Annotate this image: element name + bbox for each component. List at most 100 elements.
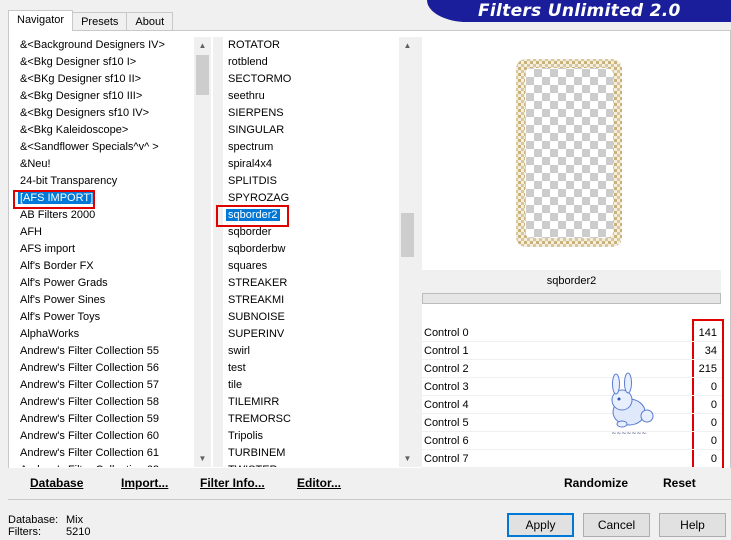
filter-item[interactable]: STREAKMI [224, 292, 399, 309]
category-item[interactable]: Andrew's Filter Collection 62 [16, 462, 194, 467]
control-label: Control 0 [424, 327, 469, 339]
category-item[interactable]: AFS import [16, 241, 194, 258]
filter-item[interactable]: SPLITDIS [224, 173, 399, 190]
category-item[interactable]: Andrew's Filter Collection 61 [16, 445, 194, 462]
filter-item[interactable]: TREMORSC [224, 411, 399, 428]
help-button[interactable]: Help [659, 513, 726, 537]
scroll-thumb[interactable] [401, 213, 414, 257]
category-item[interactable]: &Neu! [16, 156, 194, 173]
filter-item[interactable]: rotblend [224, 54, 399, 71]
category-item-label: Alf's Power Grads [20, 277, 108, 289]
scroll-up-icon[interactable]: ▲ [399, 37, 416, 54]
control-value: 141 [698, 327, 717, 339]
filter-item[interactable]: test [224, 360, 399, 377]
filter-info-button[interactable]: Filter Info... [200, 476, 265, 490]
filter-item-label: rotblend [228, 56, 268, 68]
control-row[interactable]: Control 2 215 [422, 360, 722, 378]
scroll-up-icon[interactable]: ▲ [194, 37, 211, 54]
category-item[interactable]: &<Sandflower Specials^v^ > [16, 139, 194, 156]
category-item[interactable]: Alf's Border FX [16, 258, 194, 275]
category-item[interactable]: Andrew's Filter Collection 59 [16, 411, 194, 428]
filter-item[interactable]: spectrum [224, 139, 399, 156]
filter-item[interactable]: spiral4x4 [224, 156, 399, 173]
category-item[interactable]: &<Bkg Designer sf10 I> [16, 54, 194, 71]
category-item[interactable]: &<BKg Designer sf10 II> [16, 71, 194, 88]
control-row[interactable]: Control 5 0 [422, 414, 722, 432]
filter-item-label: swirl [228, 345, 250, 357]
control-row[interactable]: Control 0 141 [422, 324, 722, 342]
filter-item[interactable]: sqborderbw [224, 241, 399, 258]
editor-button[interactable]: Editor... [297, 476, 341, 490]
tab-navigator[interactable]: Navigator [8, 10, 74, 31]
scroll-down-icon[interactable]: ▼ [194, 450, 211, 467]
control-row[interactable]: Control 3 0 [422, 378, 722, 396]
filter-item[interactable]: STREAKER [224, 275, 399, 292]
control-row[interactable]: Control 7 0 [422, 450, 722, 468]
category-item[interactable]: &<Bkg Designers sf10 IV> [16, 105, 194, 122]
highlight-category [13, 190, 95, 209]
reset-button[interactable]: Reset [663, 476, 696, 490]
control-row[interactable]: Control 4 0 [422, 396, 722, 414]
filter-item[interactable]: TWISTER [224, 462, 399, 467]
filter-item[interactable]: TURBINEM [224, 445, 399, 462]
filters-info: Filters: 5210 [8, 526, 90, 538]
filter-item-label: STREAKMI [228, 294, 285, 306]
cancel-button[interactable]: Cancel [583, 513, 650, 537]
filter-list[interactable]: ROTATOR rotblend SECTORMO seethru SIERPENS SI… [224, 37, 399, 467]
randomize-button[interactable]: Randomize [564, 476, 628, 490]
filter-item[interactable]: SUPERINV [224, 326, 399, 343]
tab-about[interactable]: About [126, 12, 174, 30]
column-divider [213, 37, 223, 467]
category-item[interactable]: 24-bit Transparency [16, 173, 194, 190]
category-item[interactable]: Alf's Power Toys [16, 309, 194, 326]
filter-item-label: TREMORSC [228, 413, 291, 425]
filter-item[interactable]: TILEMIRR [224, 394, 399, 411]
filter-item[interactable]: SECTORMO [224, 71, 399, 88]
filter-item-label: SPYROZAG [228, 192, 290, 204]
bunny-watermark-icon: ~~~~~~~ [611, 372, 654, 437]
category-item-label: &<Bkg Kaleidoscope> [20, 124, 129, 136]
filter-item[interactable]: swirl [224, 343, 399, 360]
category-item[interactable]: Andrew's Filter Collection 56 [16, 360, 194, 377]
database-button[interactable]: Database [30, 476, 83, 490]
filter-item-label: SECTORMO [228, 73, 292, 85]
filter-item-label: TWISTER [228, 464, 278, 467]
filters-count: 5210 [66, 526, 91, 538]
category-list[interactable]: &<Background Designers IV> &<Bkg Designer… [16, 37, 194, 467]
import-button[interactable]: Import... [121, 476, 168, 490]
filter-item[interactable]: SINGULAR [224, 122, 399, 139]
category-item[interactable]: &<Bkg Kaleidoscope> [16, 122, 194, 139]
filter-scrollbar[interactable]: ▲ ▼ [399, 37, 416, 467]
tab-presets[interactable]: Presets [72, 12, 128, 30]
filter-item[interactable]: ROTATOR [224, 37, 399, 54]
filter-item[interactable]: Tripolis [224, 428, 399, 445]
filter-item[interactable]: tile [224, 377, 399, 394]
scroll-thumb[interactable] [196, 55, 209, 95]
category-item[interactable]: AFH [16, 224, 194, 241]
filter-item[interactable]: SIERPENS [224, 105, 399, 122]
category-item[interactable]: Andrew's Filter Collection 58 [16, 394, 194, 411]
category-item[interactable]: Andrew's Filter Collection 55 [16, 343, 194, 360]
scroll-down-icon[interactable]: ▼ [399, 450, 416, 467]
control-row[interactable]: Control 1 34 [422, 342, 722, 360]
category-item[interactable]: AB Filters 2000 [16, 207, 194, 224]
category-item[interactable]: &<Background Designers IV> [16, 37, 194, 54]
category-item[interactable]: Andrew's Filter Collection 57 [16, 377, 194, 394]
filter-item[interactable]: squares [224, 258, 399, 275]
filter-item[interactable]: SUBNOISE [224, 309, 399, 326]
filter-item[interactable]: seethru [224, 88, 399, 105]
filter-item-label: spectrum [228, 141, 274, 153]
control-row[interactable]: Control 6 0 [422, 432, 722, 450]
category-item-label: 24-bit Transparency [20, 175, 118, 187]
control-label: Control 7 [424, 453, 469, 465]
category-scrollbar[interactable]: ▲ ▼ [194, 37, 211, 467]
control-value: 0 [710, 453, 717, 465]
category-item[interactable]: AlphaWorks [16, 326, 194, 343]
category-item[interactable]: Alf's Power Sines [16, 292, 194, 309]
category-item[interactable]: Andrew's Filter Collection 60 [16, 428, 194, 445]
category-item[interactable]: Alf's Power Grads [16, 275, 194, 292]
controls-panel: Control 0 141 Control 1 34 Control 2 215 Contr… [422, 324, 722, 468]
apply-button[interactable]: Apply [507, 513, 574, 537]
control-label: Control 4 [424, 399, 469, 411]
category-item[interactable]: &<Bkg Designer sf10 III> [16, 88, 194, 105]
